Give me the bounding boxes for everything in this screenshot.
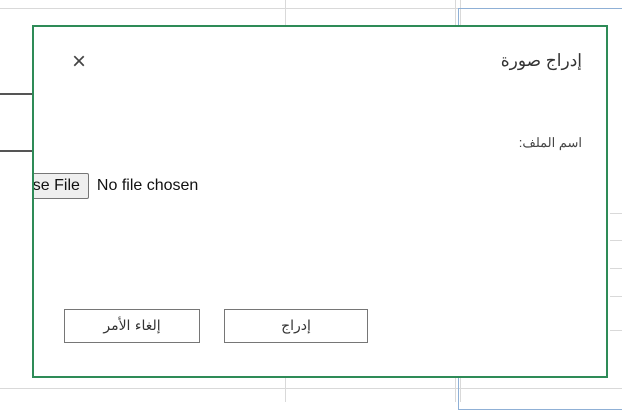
grid-line — [610, 268, 622, 269]
grid-line — [610, 296, 622, 297]
choose-file-button[interactable]: oose File — [34, 173, 89, 199]
file-name-label: اسم الملف: — [518, 135, 582, 150]
dialog-title: إدراج صورة — [500, 51, 582, 70]
insert-button[interactable]: إدراج — [224, 309, 368, 343]
border-line — [0, 150, 32, 152]
file-input[interactable]: oose File No file chosen — [34, 173, 199, 199]
border-line — [0, 93, 32, 95]
close-icon[interactable]: × — [72, 50, 86, 74]
cancel-button[interactable]: إلغاء الأمر — [64, 309, 200, 343]
insert-image-dialog: إدراج صورة × اسم الملف: oose File No fil… — [32, 25, 608, 378]
grid-line — [610, 213, 622, 214]
grid-line — [610, 240, 622, 241]
file-status-text: No file chosen — [96, 177, 199, 194]
grid-line — [610, 330, 622, 331]
